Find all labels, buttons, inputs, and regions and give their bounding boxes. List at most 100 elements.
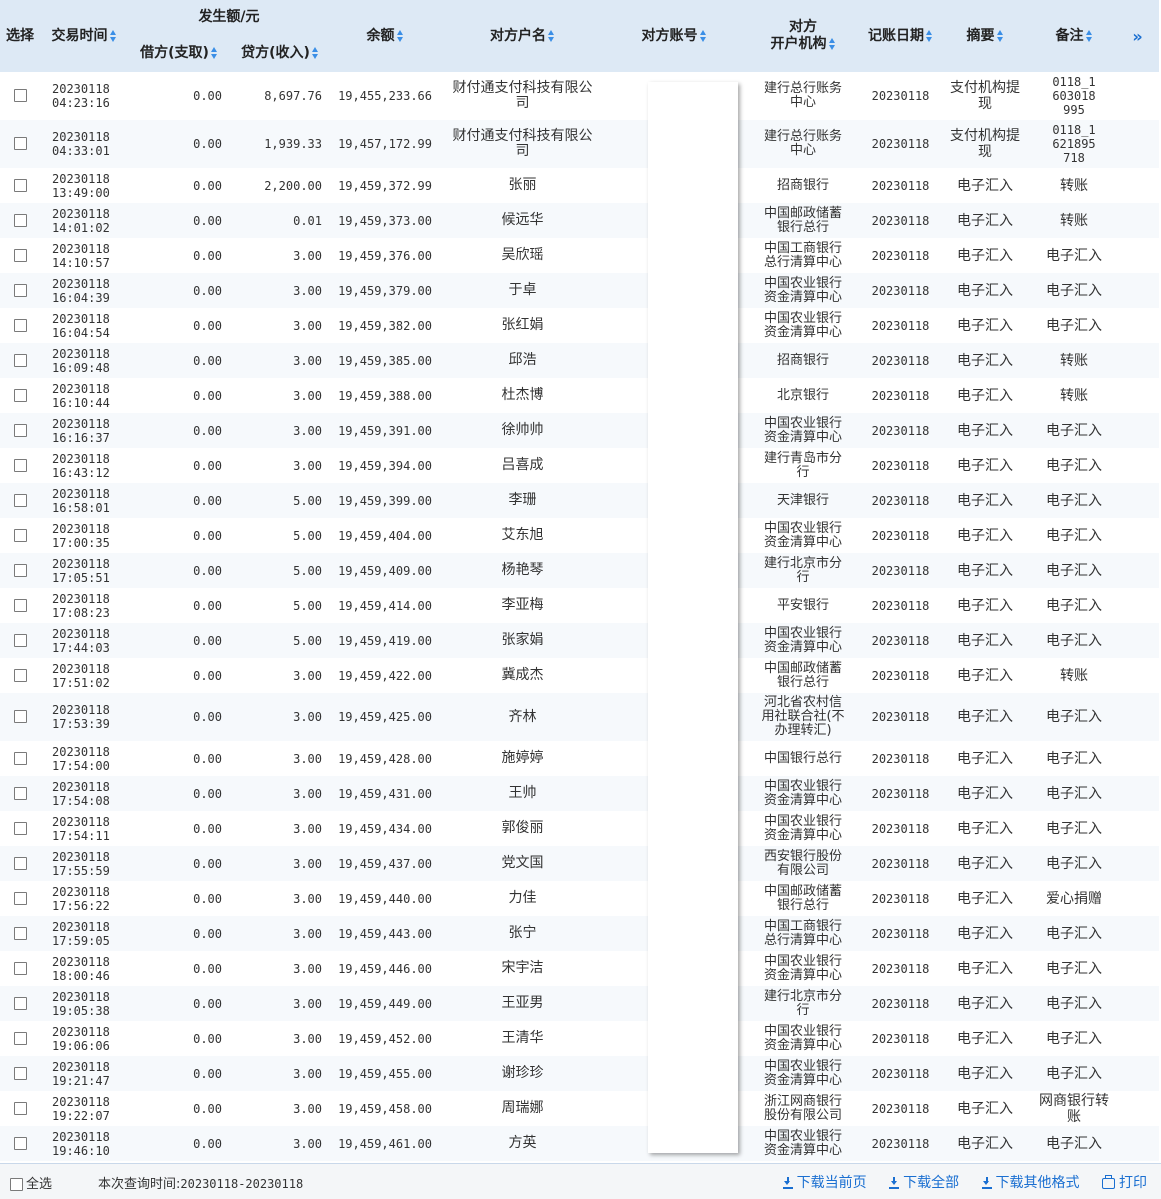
table-row[interactable]: 2023011817:53:390.003.0019,459,425.00齐林6… (0, 693, 1159, 741)
table-row[interactable]: 20230118 17:51:02 0.00 3.00 19,459,422.00 冀成杰… (0, 658, 1159, 693)
print-link[interactable]: 打印 (1102, 1174, 1147, 1191)
row-checkbox[interactable] (13, 668, 27, 682)
row-checkbox[interactable] (13, 1101, 27, 1115)
row-checkbox[interactable] (13, 528, 27, 542)
sort-icon[interactable] (828, 38, 836, 50)
row-checkbox[interactable] (13, 961, 27, 975)
more-columns-button[interactable]: » (1116, 0, 1159, 72)
table-row[interactable]: 20230118 19:22:07 0.00 3.00 19,459,458.00 周瑞娜… (0, 1091, 1159, 1126)
row-select-cell[interactable] (0, 343, 40, 378)
row-checkbox[interactable] (13, 751, 27, 765)
row-checkbox[interactable] (13, 178, 27, 192)
table-row[interactable]: 20230118 16:16:37 0.00 3.00 19,459,391.00 徐帅帅… (0, 413, 1159, 448)
row-checkbox[interactable] (13, 996, 27, 1010)
table-row[interactable]: 20230118 16:04:54 0.00 3.00 19,459,382.00 张红娟… (0, 308, 1159, 343)
row-select-cell[interactable] (0, 951, 40, 986)
table-row[interactable]: 20230118 17:54:00 0.00 3.00 19,459,428.00 施婷婷… (0, 741, 1159, 776)
row-select-cell[interactable] (0, 693, 40, 741)
row-checkbox[interactable] (13, 633, 27, 647)
row-select-cell[interactable] (0, 846, 40, 881)
table-row[interactable]: 2023011817:54:080.003.0019,459,431.00王帅6… (0, 776, 1159, 811)
table-row[interactable]: 2023011816:04:390.003.0019,459,379.00于卓6… (0, 273, 1159, 308)
col-name[interactable]: 对方户名 (440, 0, 605, 72)
table-row[interactable]: 20230118 14:10:57 0.00 3.00 19,459,376.00 吴欣瑶… (0, 238, 1159, 273)
download-other-link[interactable]: 下载其他格式 (981, 1175, 1080, 1191)
row-select-cell[interactable] (0, 916, 40, 951)
table-row[interactable]: 20230118 04:23:16 0.00 8,697.76 19,455,233.6… (0, 72, 1159, 120)
row-select-cell[interactable] (0, 378, 40, 413)
table-row[interactable]: 20230118 14:01:02 0.00 0.01 19,459,373.00 候远华… (0, 203, 1159, 238)
col-account[interactable]: 对方账号 (605, 0, 743, 72)
row-checkbox[interactable] (13, 1066, 27, 1080)
row-select-cell[interactable] (0, 1126, 40, 1161)
row-checkbox[interactable] (13, 353, 27, 367)
download-all-link[interactable]: 下载全部 (889, 1175, 959, 1191)
row-select-cell[interactable] (0, 553, 40, 588)
sort-icon[interactable] (1085, 29, 1093, 42)
row-checkbox[interactable] (13, 856, 27, 870)
row-select-cell[interactable] (0, 1091, 40, 1126)
table-row[interactable]: 20230118 17:54:11 0.00 3.00 19,459,434.00 郭俊丽… (0, 811, 1159, 846)
col-time[interactable]: 交易时间 (40, 0, 128, 72)
table-row[interactable]: 2023011819:46:100.003.0019,459,461.00方英6… (0, 1126, 1159, 1161)
table-row[interactable]: 20230118 17:00:35 0.00 5.00 19,459,404.00 艾东旭… (0, 518, 1159, 553)
row-select-cell[interactable] (0, 120, 40, 168)
table-row[interactable]: 20230118 17:05:51 0.00 5.00 19,459,409.00 杨艳琴… (0, 553, 1159, 588)
row-select-cell[interactable] (0, 518, 40, 553)
row-select-cell[interactable] (0, 658, 40, 693)
row-checkbox[interactable] (13, 248, 27, 262)
row-select-cell[interactable] (0, 986, 40, 1021)
sort-icon[interactable] (311, 46, 319, 59)
row-select-cell[interactable] (0, 308, 40, 343)
sort-icon[interactable] (548, 29, 555, 42)
sort-icon[interactable] (699, 29, 707, 42)
row-checkbox[interactable] (13, 283, 27, 297)
row-checkbox[interactable] (13, 710, 27, 723)
table-row[interactable]: 20230118 19:05:38 0.00 3.00 19,459,449.00 王亚男… (0, 986, 1159, 1021)
col-remark[interactable]: 备注 (1032, 0, 1116, 72)
table-row[interactable]: 2023011817:56:220.003.0019,459,440.00力佳6… (0, 881, 1159, 916)
row-select-cell[interactable] (0, 588, 40, 623)
download-page-link[interactable]: 下载当前页 (782, 1175, 867, 1191)
table-row[interactable]: 2023011817:59:050.003.0019,459,443.00张宁6… (0, 916, 1159, 951)
row-checkbox[interactable] (13, 563, 27, 577)
col-inst[interactable]: 对方 开户机构 (743, 0, 863, 72)
row-checkbox[interactable] (13, 926, 27, 940)
row-checkbox[interactable] (13, 89, 27, 102)
table-row[interactable]: 20230118 13:49:00 0.00 2,200.00 19,459,372.9… (0, 168, 1159, 203)
sort-icon[interactable] (109, 29, 117, 42)
col-debit[interactable]: 借方(支取) (128, 34, 230, 72)
row-select-cell[interactable] (0, 72, 40, 120)
row-checkbox[interactable] (13, 598, 27, 612)
table-row[interactable]: 2023011816:09:480.003.0019,459,385.00邱浩6… (0, 343, 1159, 378)
select-all-checkbox[interactable] (10, 1178, 23, 1191)
row-checkbox[interactable] (13, 493, 27, 507)
table-row[interactable]: 20230118 16:43:12 0.00 3.00 19,459,394.00 吕喜成… (0, 448, 1159, 483)
row-select-cell[interactable] (0, 1056, 40, 1091)
row-select-cell[interactable] (0, 273, 40, 308)
col-summary[interactable]: 摘要 (938, 0, 1032, 72)
col-book-date[interactable]: 记账日期 (863, 0, 938, 72)
row-checkbox[interactable] (13, 388, 27, 402)
sort-icon[interactable] (396, 29, 404, 42)
row-checkbox[interactable] (13, 1031, 27, 1045)
row-select-cell[interactable] (0, 811, 40, 846)
table-row[interactable]: 20230118 19:21:47 0.00 3.00 19,459,455.00 谢珍珍… (0, 1056, 1159, 1091)
select-all-control[interactable]: 全选 (10, 1173, 52, 1192)
row-select-cell[interactable] (0, 448, 40, 483)
table-row[interactable]: 20230118 16:10:44 0.00 3.00 19,459,388.00 杜杰博… (0, 378, 1159, 413)
row-select-cell[interactable] (0, 413, 40, 448)
row-checkbox[interactable] (13, 1136, 27, 1150)
table-row[interactable]: 20230118 18:00:46 0.00 3.00 19,459,446.00 宋宇洁… (0, 951, 1159, 986)
row-select-cell[interactable] (0, 1021, 40, 1056)
table-row[interactable]: 20230118 04:33:01 0.00 1,939.33 19,457,172.9… (0, 120, 1159, 168)
row-select-cell[interactable] (0, 238, 40, 273)
row-select-cell[interactable] (0, 168, 40, 203)
row-select-cell[interactable] (0, 741, 40, 776)
col-balance[interactable]: 余额 (330, 0, 440, 72)
row-checkbox[interactable] (13, 137, 27, 150)
col-credit[interactable]: 贷方(收入) (230, 34, 330, 72)
row-select-cell[interactable] (0, 881, 40, 916)
row-select-cell[interactable] (0, 623, 40, 658)
row-select-cell[interactable] (0, 203, 40, 238)
